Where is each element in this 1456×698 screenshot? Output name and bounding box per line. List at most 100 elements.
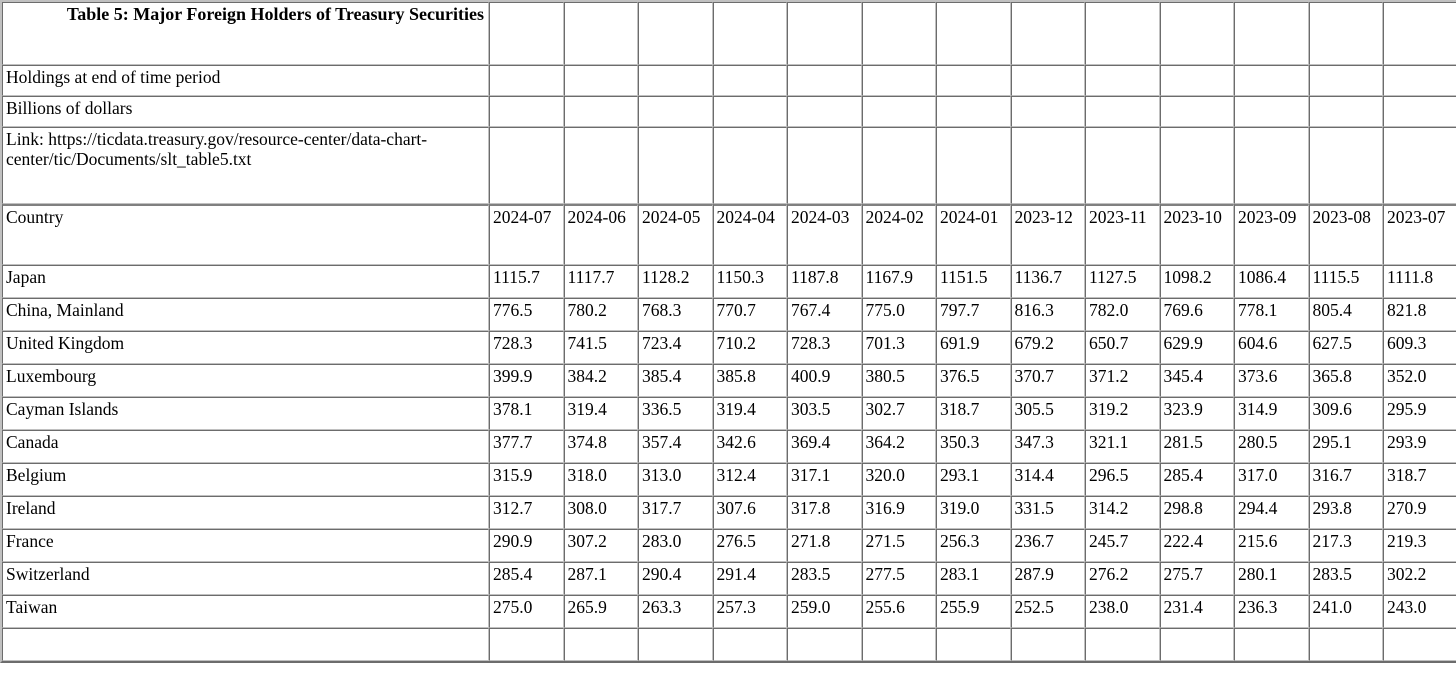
meta-spacer-cell — [489, 65, 564, 96]
holdings-value-cell: 308.0 — [563, 496, 638, 529]
holdings-value-cell: 609.3 — [1383, 331, 1456, 364]
holdings-value-cell: 805.4 — [1308, 298, 1383, 331]
holdings-value-cell: 776.5 — [489, 298, 564, 331]
table-row: Belgium 315.9 318.0 313.0 312.4 317.1 320.0 293… — [2, 463, 1456, 496]
holdings-value-cell — [1383, 628, 1456, 661]
holdings-value-cell: 222.4 — [1159, 529, 1234, 562]
holdings-value-cell: 290.9 — [489, 529, 564, 562]
holdings-value-cell: 295.1 — [1308, 430, 1383, 463]
meta-spacer-cell — [712, 65, 787, 96]
holdings-value-cell: 629.9 — [1159, 331, 1234, 364]
meta-spacer-cell — [1383, 96, 1456, 127]
source-link-label[interactable]: Link: https://ticdata.treasury.gov/resou… — [2, 127, 489, 204]
table-row: United Kingdom 728.3 741.5 723.4 710.2 728.3 7… — [2, 331, 1456, 364]
holdings-value-cell: 314.2 — [1085, 496, 1160, 529]
meta-spacer-cell — [1234, 127, 1309, 204]
meta-spacer-cell — [1383, 127, 1456, 204]
holdings-value-cell: 400.9 — [787, 364, 862, 397]
meta-spacer-cell — [712, 96, 787, 127]
table-source-row: Link: https://ticdata.treasury.gov/resou… — [2, 127, 1456, 204]
holdings-value-cell: 236.7 — [1010, 529, 1085, 562]
column-header-month: 2024-07 — [489, 204, 564, 265]
table-row: Japan 1115.7 1117.7 1128.2 1150.3 1187.8 1167.… — [2, 265, 1456, 298]
column-header-month: 2024-05 — [638, 204, 713, 265]
country-name-cell: Belgium — [2, 463, 489, 496]
holdings-value-cell: 285.4 — [1159, 463, 1234, 496]
meta-spacer-cell — [638, 2, 713, 65]
holdings-value-cell: 1187.8 — [787, 265, 862, 298]
holdings-value-cell: 384.2 — [563, 364, 638, 397]
holdings-value-cell — [936, 628, 1011, 661]
holdings-value-cell: 312.4 — [712, 463, 787, 496]
table-row: France 290.9 307.2 283.0 276.5 271.8 271.5 256.… — [2, 529, 1456, 562]
holdings-value-cell — [489, 628, 564, 661]
holdings-value-cell: 780.2 — [563, 298, 638, 331]
holdings-value-cell — [1234, 628, 1309, 661]
holdings-value-cell: 318.0 — [563, 463, 638, 496]
meta-spacer-cell — [861, 65, 936, 96]
units-label: Billions of dollars — [2, 96, 489, 127]
holdings-value-cell: 231.4 — [1159, 595, 1234, 628]
column-header-month: 2024-04 — [712, 204, 787, 265]
holdings-value-cell: 821.8 — [1383, 298, 1456, 331]
meta-spacer-cell — [1308, 2, 1383, 65]
holdings-value-cell — [1010, 628, 1085, 661]
holdings-value-cell: 319.4 — [563, 397, 638, 430]
meta-spacer-cell — [1159, 96, 1234, 127]
holdings-value-cell: 283.5 — [787, 562, 862, 595]
holdings-value-cell: 778.1 — [1234, 298, 1309, 331]
treasury-holders-table-container: Table 5: Major Foreign Holders of Treasu… — [0, 0, 1456, 663]
country-name-cell: Taiwan — [2, 595, 489, 628]
holdings-value-cell: 263.3 — [638, 595, 713, 628]
holdings-value-cell: 336.5 — [638, 397, 713, 430]
holdings-value-cell: 303.5 — [787, 397, 862, 430]
column-header-month: 2023-10 — [1159, 204, 1234, 265]
holdings-value-cell: 265.9 — [563, 595, 638, 628]
holdings-value-cell: 399.9 — [489, 364, 564, 397]
holdings-value-cell: 1167.9 — [861, 265, 936, 298]
meta-spacer-cell — [936, 65, 1011, 96]
holdings-value-cell: 255.6 — [861, 595, 936, 628]
holdings-value-cell: 241.0 — [1308, 595, 1383, 628]
holdings-value-cell: 317.8 — [787, 496, 862, 529]
column-header-month: 2024-02 — [861, 204, 936, 265]
column-header-month: 2024-01 — [936, 204, 1011, 265]
table-row: Taiwan 275.0 265.9 263.3 257.3 259.0 255.6 255.… — [2, 595, 1456, 628]
holdings-value-cell: 287.9 — [1010, 562, 1085, 595]
meta-spacer-cell — [563, 2, 638, 65]
meta-spacer-cell — [563, 96, 638, 127]
holdings-value-cell: 252.5 — [1010, 595, 1085, 628]
holdings-value-cell: 321.1 — [1085, 430, 1160, 463]
holdings-value-cell: 373.6 — [1234, 364, 1309, 397]
holdings-value-cell: 314.4 — [1010, 463, 1085, 496]
holdings-value-cell — [712, 628, 787, 661]
holdings-value-cell: 307.6 — [712, 496, 787, 529]
country-name-cell: Japan — [2, 265, 489, 298]
country-name-cell: Canada — [2, 430, 489, 463]
holdings-value-cell: 1151.5 — [936, 265, 1011, 298]
holdings-value-cell: 287.1 — [563, 562, 638, 595]
holdings-value-cell: 380.5 — [861, 364, 936, 397]
holdings-value-cell: 701.3 — [861, 331, 936, 364]
country-name-cell: Ireland — [2, 496, 489, 529]
holdings-value-cell: 283.1 — [936, 562, 1011, 595]
holdings-value-cell: 280.1 — [1234, 562, 1309, 595]
holdings-value-cell: 767.4 — [787, 298, 862, 331]
holdings-value-cell: 679.2 — [1010, 331, 1085, 364]
meta-spacer-cell — [1010, 96, 1085, 127]
holdings-value-cell: 374.8 — [563, 430, 638, 463]
holdings-value-cell — [861, 628, 936, 661]
meta-spacer-cell — [1010, 127, 1085, 204]
holdings-value-cell — [787, 628, 862, 661]
meta-spacer-cell — [787, 127, 862, 204]
holdings-value-cell: 345.4 — [1159, 364, 1234, 397]
holdings-value-cell: 271.5 — [861, 529, 936, 562]
holdings-value-cell: 627.5 — [1308, 331, 1383, 364]
holdings-value-cell: 782.0 — [1085, 298, 1160, 331]
table-row: Cayman Islands 378.1 319.4 336.5 319.4 303.5 3… — [2, 397, 1456, 430]
holdings-value-cell: 276.5 — [712, 529, 787, 562]
holdings-value-cell: 315.9 — [489, 463, 564, 496]
column-header-month: 2023-11 — [1085, 204, 1160, 265]
holdings-value-cell: 377.7 — [489, 430, 564, 463]
meta-spacer-cell — [1085, 2, 1160, 65]
